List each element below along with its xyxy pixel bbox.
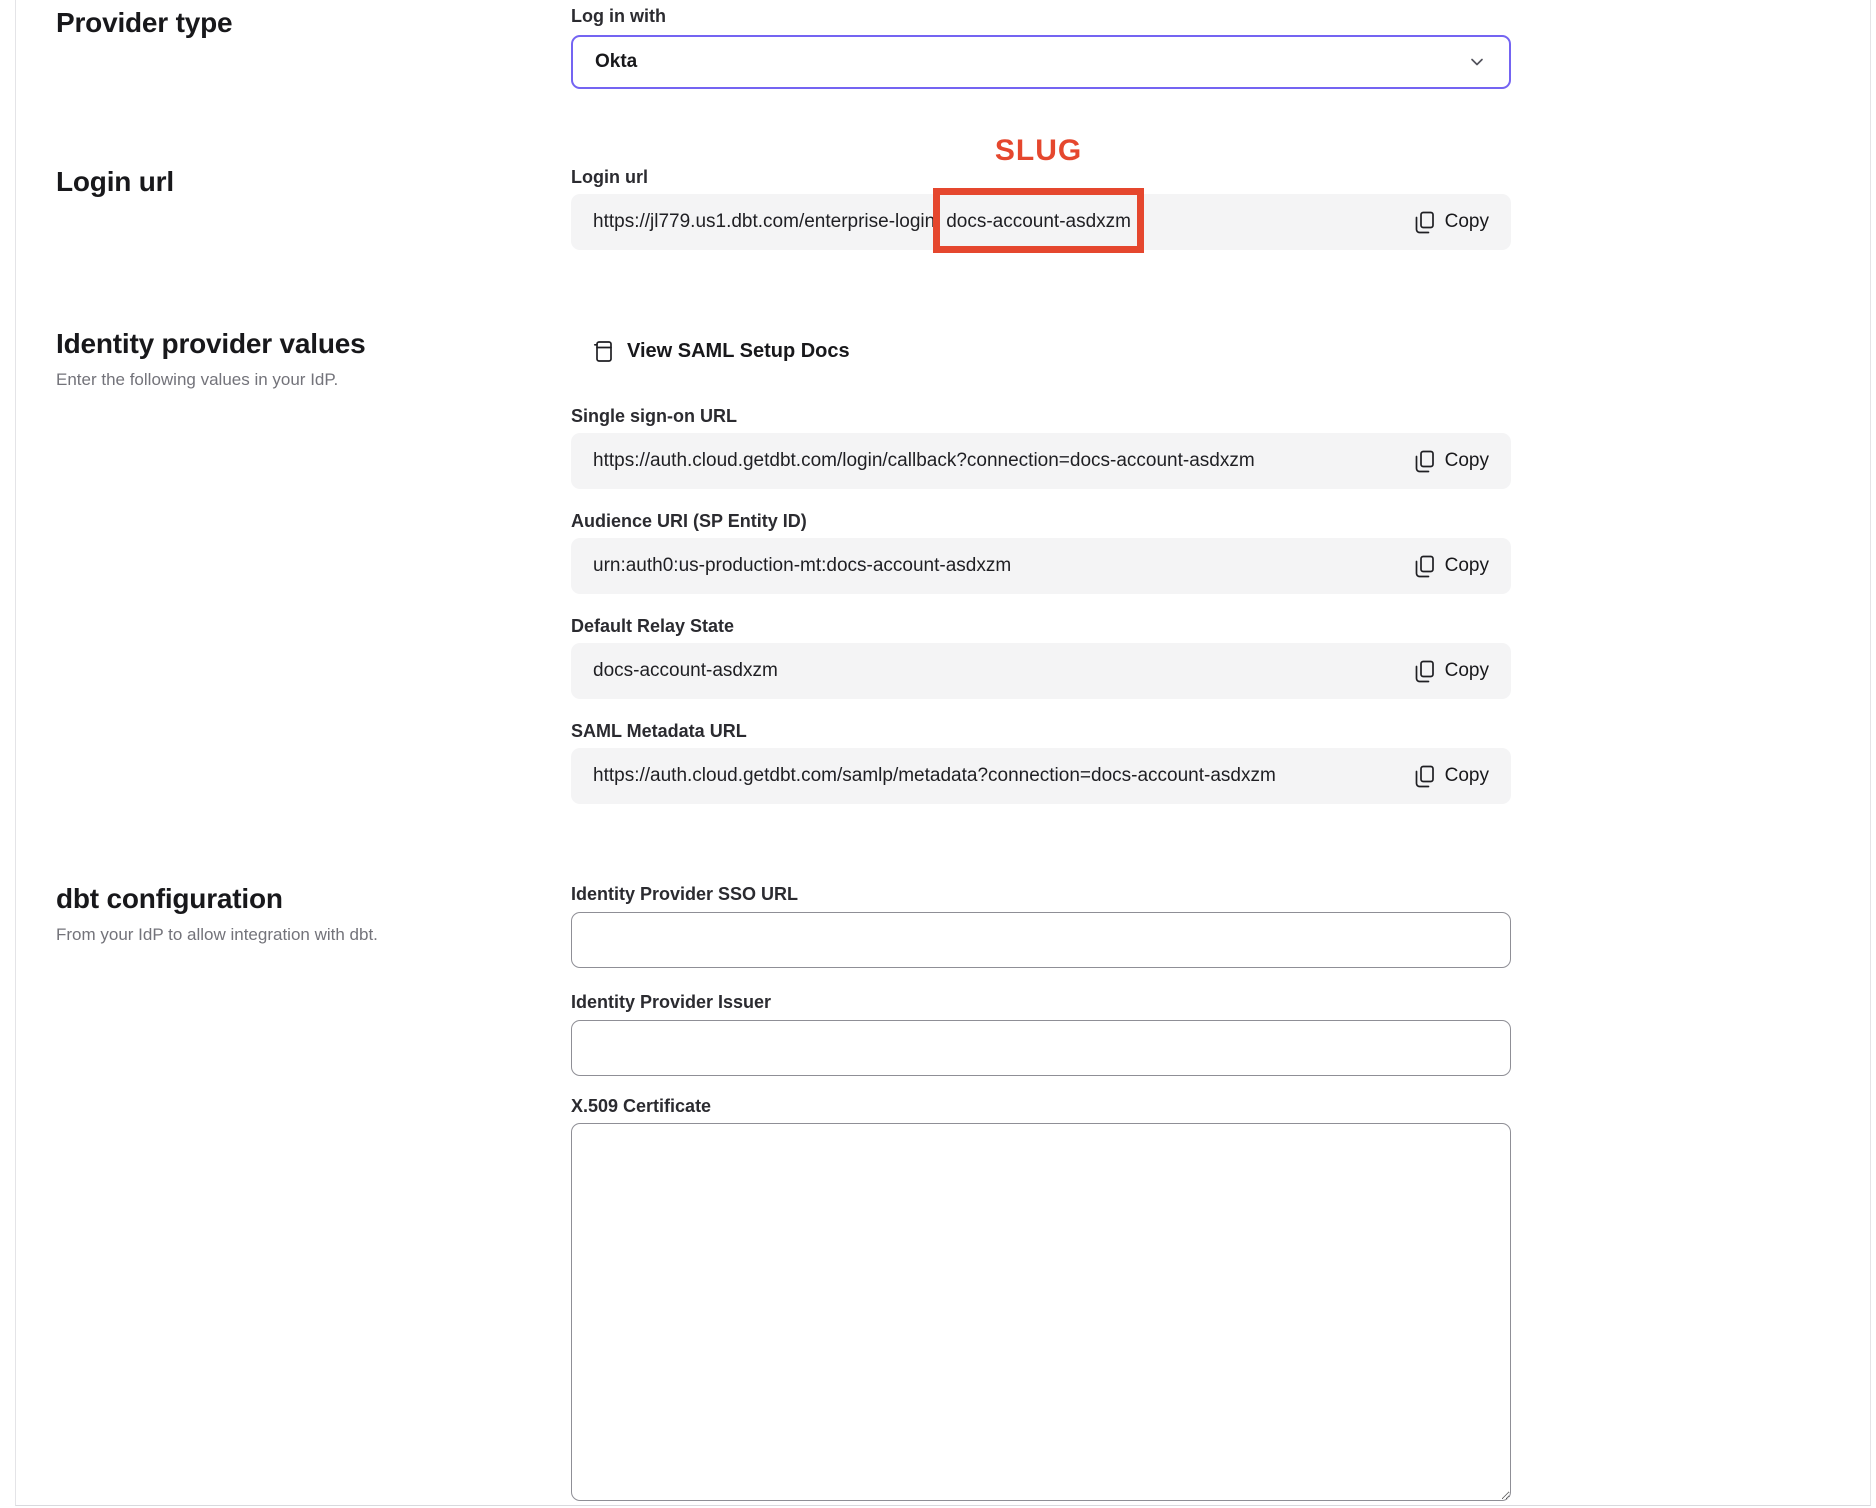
default-relay-state-field: docs-account-asdxzm Copy	[571, 643, 1511, 699]
default-relay-state-label: Default Relay State	[571, 614, 1511, 638]
sso-url-label: Single sign-on URL	[571, 404, 1511, 428]
copy-sso-url-button[interactable]: Copy	[1414, 450, 1489, 473]
chevron-down-icon	[1467, 52, 1487, 72]
slug-annotation: SLUG	[995, 134, 1082, 168]
copy-button-label: Copy	[1445, 660, 1489, 682]
copy-button-label: Copy	[1445, 555, 1489, 577]
default-relay-state-value: docs-account-asdxzm	[593, 660, 1394, 682]
dbt-configuration-heading: dbt configuration	[56, 882, 571, 916]
saml-metadata-url-label: SAML Metadata URL	[571, 719, 1511, 743]
idp-issuer-label: Identity Provider Issuer	[571, 990, 1511, 1014]
identity-provider-heading: Identity provider values	[56, 327, 571, 361]
login-url-slug: docs-account-asdxzmSLUG	[938, 211, 1139, 233]
saml-metadata-url-value: https://auth.cloud.getdbt.com/samlp/meta…	[593, 765, 1394, 787]
idp-sso-url-input[interactable]	[571, 912, 1511, 968]
provider-select-value: Okta	[595, 51, 1467, 73]
section-dbt-configuration: dbt configuration From your IdP to allow…	[56, 882, 1870, 1506]
copy-icon	[1414, 660, 1435, 683]
audience-uri-value: urn:auth0:us-production-mt:docs-account-…	[593, 555, 1394, 577]
x509-certificate-label: X.509 Certificate	[571, 1094, 1511, 1118]
idp-issuer-input[interactable]	[571, 1020, 1511, 1076]
copy-saml-metadata-button[interactable]: Copy	[1414, 765, 1489, 788]
login-url-heading: Login url	[56, 165, 571, 199]
copy-icon	[1414, 765, 1435, 788]
saml-metadata-url-field: https://auth.cloud.getdbt.com/samlp/meta…	[571, 748, 1511, 804]
copy-login-url-button[interactable]: Copy	[1414, 211, 1489, 234]
sso-url-value: https://auth.cloud.getdbt.com/login/call…	[593, 450, 1394, 472]
login-url-slug-text: docs-account-asdxzm	[946, 211, 1131, 232]
sso-url-field: https://auth.cloud.getdbt.com/login/call…	[571, 433, 1511, 489]
copy-button-label: Copy	[1445, 211, 1489, 233]
view-saml-setup-docs-link[interactable]: View SAML Setup Docs	[593, 340, 850, 363]
section-identity-provider-values: Identity provider values Enter the follo…	[56, 327, 1870, 804]
provider-type-heading: Provider type	[56, 6, 571, 40]
login-url-label: Login url	[571, 165, 1511, 189]
dbt-configuration-subheading: From your IdP to allow integration with …	[56, 924, 571, 945]
copy-relay-state-button[interactable]: Copy	[1414, 660, 1489, 683]
sso-settings-panel: Provider type Log in with Okta Login url…	[15, 0, 1871, 1506]
section-provider-type: Provider type Log in with Okta	[56, 4, 1870, 89]
log-in-with-label: Log in with	[571, 4, 1511, 28]
copy-icon	[1414, 555, 1435, 578]
copy-button-label: Copy	[1445, 765, 1489, 787]
login-url-prefix: https://jl779.us1.dbt.com/enterprise-log…	[593, 211, 935, 232]
identity-provider-subheading: Enter the following values in your IdP.	[56, 369, 571, 390]
login-url-value: https://jl779.us1.dbt.com/enterprise-log…	[593, 211, 1394, 233]
provider-select[interactable]: Okta	[571, 35, 1511, 89]
docs-book-icon	[593, 340, 614, 363]
copy-icon	[1414, 450, 1435, 473]
idp-sso-url-label: Identity Provider SSO URL	[571, 882, 1511, 906]
login-url-field: https://jl779.us1.dbt.com/enterprise-log…	[571, 194, 1511, 250]
copy-audience-uri-button[interactable]: Copy	[1414, 555, 1489, 578]
audience-uri-label: Audience URI (SP Entity ID)	[571, 509, 1511, 533]
audience-uri-field: urn:auth0:us-production-mt:docs-account-…	[571, 538, 1511, 594]
section-login-url: Login url Login url https://jl779.us1.db…	[56, 165, 1870, 250]
copy-icon	[1414, 211, 1435, 234]
docs-link-label: View SAML Setup Docs	[627, 340, 850, 363]
copy-button-label: Copy	[1445, 450, 1489, 472]
x509-certificate-textarea[interactable]	[571, 1123, 1511, 1501]
